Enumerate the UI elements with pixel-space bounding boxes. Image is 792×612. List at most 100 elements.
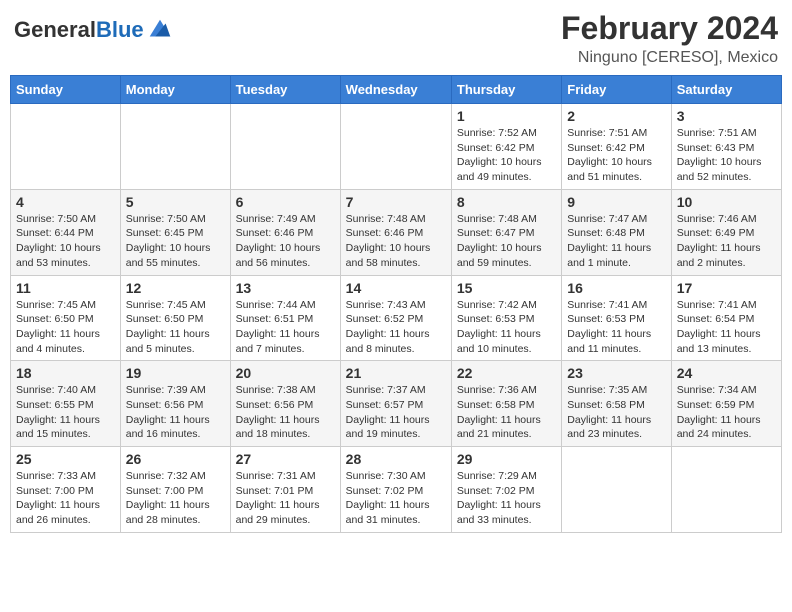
day-info: Sunrise: 7:33 AM Sunset: 7:00 PM Dayligh… — [16, 469, 115, 528]
day-info: Sunrise: 7:43 AM Sunset: 6:52 PM Dayligh… — [346, 298, 446, 357]
calendar-cell: 13 Sunrise: 7:44 AM Sunset: 6:51 PM Dayli… — [230, 275, 340, 361]
day-info: Sunrise: 7:37 AM Sunset: 6:57 PM Dayligh… — [346, 383, 446, 442]
calendar-cell: 20Sunrise: 7:38 AM Sunset: 6:56 PM Dayli… — [230, 361, 340, 447]
calendar-cell: 27 Sunrise: 7:31 AM Sunset: 7:01 PM Dayli… — [230, 447, 340, 533]
day-number: 2 — [567, 108, 665, 124]
calendar-cell: 16 Sunrise: 7:41 AM Sunset: 6:53 PM Dayli… — [562, 275, 671, 361]
calendar-cell: 21Sunrise: 7:37 AM Sunset: 6:57 PM Dayli… — [340, 361, 451, 447]
calendar-cell: 12Sunrise: 7:45 AM Sunset: 6:50 PM Dayli… — [120, 275, 230, 361]
calendar-cell: 4 Sunrise: 7:50 AM Sunset: 6:44 PM Daylig… — [11, 189, 121, 275]
calendar-cell: 19 Sunrise: 7:39 AM Sunset: 6:56 PM Dayli… — [120, 361, 230, 447]
day-info: Sunrise: 7:51 AM Sunset: 6:42 PM Dayligh… — [567, 126, 665, 185]
day-info: Sunrise: 7:50 AM Sunset: 6:45 PM Dayligh… — [126, 212, 225, 271]
calendar-cell: 24Sunrise: 7:34 AM Sunset: 6:59 PM Dayli… — [671, 361, 781, 447]
day-number: 29 — [457, 451, 556, 467]
day-number: 27 — [236, 451, 335, 467]
day-number: 23 — [567, 365, 665, 381]
logo-general-text: General — [14, 17, 96, 42]
calendar-cell: 8 Sunrise: 7:48 AM Sunset: 6:47 PM Daylig… — [451, 189, 561, 275]
weekday-header-saturday: Saturday — [671, 76, 781, 104]
calendar-cell: 7 Sunrise: 7:48 AM Sunset: 6:46 PM Daylig… — [340, 189, 451, 275]
day-info: Sunrise: 7:42 AM Sunset: 6:53 PM Dayligh… — [457, 298, 556, 357]
day-number: 12 — [126, 280, 225, 296]
weekday-header-tuesday: Tuesday — [230, 76, 340, 104]
day-number: 9 — [567, 194, 665, 210]
day-info: Sunrise: 7:49 AM Sunset: 6:46 PM Dayligh… — [236, 212, 335, 271]
day-info: Sunrise: 7:45 AM Sunset: 6:50 PM Dayligh… — [16, 298, 115, 357]
calendar-week-row: 18Sunrise: 7:40 AM Sunset: 6:55 PM Dayli… — [11, 361, 782, 447]
calendar-cell: 26 Sunrise: 7:32 AM Sunset: 7:00 PM Dayli… — [120, 447, 230, 533]
calendar-cell: 29 Sunrise: 7:29 AM Sunset: 7:02 PM Dayli… — [451, 447, 561, 533]
day-number: 15 — [457, 280, 556, 296]
page-header: GeneralBlue February 2024 Ninguno [CERES… — [10, 10, 782, 67]
calendar-cell — [340, 104, 451, 190]
day-number: 3 — [677, 108, 776, 124]
calendar-week-row: 11 Sunrise: 7:45 AM Sunset: 6:50 PM Dayli… — [11, 275, 782, 361]
logo-icon — [146, 16, 174, 44]
calendar-week-row: 1 Sunrise: 7:52 AM Sunset: 6:42 PM Daylig… — [11, 104, 782, 190]
calendar-cell — [562, 447, 671, 533]
calendar-cell: 28 Sunrise: 7:30 AM Sunset: 7:02 PM Dayli… — [340, 447, 451, 533]
calendar-cell: 2 Sunrise: 7:51 AM Sunset: 6:42 PM Daylig… — [562, 104, 671, 190]
day-number: 25 — [16, 451, 115, 467]
day-info: Sunrise: 7:29 AM Sunset: 7:02 PM Dayligh… — [457, 469, 556, 528]
calendar-week-row: 25 Sunrise: 7:33 AM Sunset: 7:00 PM Dayli… — [11, 447, 782, 533]
calendar-cell — [671, 447, 781, 533]
calendar-header-row: SundayMondayTuesdayWednesdayThursdayFrid… — [11, 76, 782, 104]
location-title: Ninguno [CERESO], Mexico — [561, 49, 778, 67]
day-info: Sunrise: 7:50 AM Sunset: 6:44 PM Dayligh… — [16, 212, 115, 271]
calendar-cell: 14Sunrise: 7:43 AM Sunset: 6:52 PM Dayli… — [340, 275, 451, 361]
calendar-cell: 11 Sunrise: 7:45 AM Sunset: 6:50 PM Dayli… — [11, 275, 121, 361]
day-info: Sunrise: 7:47 AM Sunset: 6:48 PM Dayligh… — [567, 212, 665, 271]
day-info: Sunrise: 7:41 AM Sunset: 6:53 PM Dayligh… — [567, 298, 665, 357]
day-number: 17 — [677, 280, 776, 296]
day-info: Sunrise: 7:41 AM Sunset: 6:54 PM Dayligh… — [677, 298, 776, 357]
day-number: 11 — [16, 280, 115, 296]
day-info: Sunrise: 7:36 AM Sunset: 6:58 PM Dayligh… — [457, 383, 556, 442]
day-number: 20 — [236, 365, 335, 381]
day-number: 1 — [457, 108, 556, 124]
calendar-cell: 3 Sunrise: 7:51 AM Sunset: 6:43 PM Daylig… — [671, 104, 781, 190]
day-number: 8 — [457, 194, 556, 210]
calendar-table: SundayMondayTuesdayWednesdayThursdayFrid… — [10, 75, 782, 533]
calendar-cell: 22 Sunrise: 7:36 AM Sunset: 6:58 PM Dayli… — [451, 361, 561, 447]
day-number: 19 — [126, 365, 225, 381]
day-number: 24 — [677, 365, 776, 381]
day-info: Sunrise: 7:31 AM Sunset: 7:01 PM Dayligh… — [236, 469, 335, 528]
day-info: Sunrise: 7:52 AM Sunset: 6:42 PM Dayligh… — [457, 126, 556, 185]
calendar-cell: 10Sunrise: 7:46 AM Sunset: 6:49 PM Dayli… — [671, 189, 781, 275]
title-block: February 2024 Ninguno [CERESO], Mexico — [561, 10, 778, 67]
day-info: Sunrise: 7:32 AM Sunset: 7:00 PM Dayligh… — [126, 469, 225, 528]
calendar-cell: 25 Sunrise: 7:33 AM Sunset: 7:00 PM Dayli… — [11, 447, 121, 533]
day-info: Sunrise: 7:51 AM Sunset: 6:43 PM Dayligh… — [677, 126, 776, 185]
weekday-header-sunday: Sunday — [11, 76, 121, 104]
day-number: 26 — [126, 451, 225, 467]
day-info: Sunrise: 7:39 AM Sunset: 6:56 PM Dayligh… — [126, 383, 225, 442]
day-number: 28 — [346, 451, 446, 467]
calendar-cell — [230, 104, 340, 190]
logo: GeneralBlue — [14, 16, 174, 44]
weekday-header-wednesday: Wednesday — [340, 76, 451, 104]
day-number: 13 — [236, 280, 335, 296]
day-info: Sunrise: 7:44 AM Sunset: 6:51 PM Dayligh… — [236, 298, 335, 357]
weekday-header-thursday: Thursday — [451, 76, 561, 104]
day-number: 4 — [16, 194, 115, 210]
calendar-cell — [11, 104, 121, 190]
weekday-header-monday: Monday — [120, 76, 230, 104]
day-number: 16 — [567, 280, 665, 296]
day-info: Sunrise: 7:48 AM Sunset: 6:47 PM Dayligh… — [457, 212, 556, 271]
day-info: Sunrise: 7:30 AM Sunset: 7:02 PM Dayligh… — [346, 469, 446, 528]
calendar-cell: 18Sunrise: 7:40 AM Sunset: 6:55 PM Dayli… — [11, 361, 121, 447]
day-info: Sunrise: 7:46 AM Sunset: 6:49 PM Dayligh… — [677, 212, 776, 271]
calendar-cell: 6 Sunrise: 7:49 AM Sunset: 6:46 PM Daylig… — [230, 189, 340, 275]
day-info: Sunrise: 7:48 AM Sunset: 6:46 PM Dayligh… — [346, 212, 446, 271]
day-info: Sunrise: 7:35 AM Sunset: 6:58 PM Dayligh… — [567, 383, 665, 442]
calendar-cell: 9 Sunrise: 7:47 AM Sunset: 6:48 PM Daylig… — [562, 189, 671, 275]
calendar-cell: 15 Sunrise: 7:42 AM Sunset: 6:53 PM Dayli… — [451, 275, 561, 361]
day-info: Sunrise: 7:40 AM Sunset: 6:55 PM Dayligh… — [16, 383, 115, 442]
day-number: 22 — [457, 365, 556, 381]
day-number: 7 — [346, 194, 446, 210]
calendar-cell: 5Sunrise: 7:50 AM Sunset: 6:45 PM Daylig… — [120, 189, 230, 275]
calendar-cell: 17 Sunrise: 7:41 AM Sunset: 6:54 PM Dayli… — [671, 275, 781, 361]
day-number: 6 — [236, 194, 335, 210]
